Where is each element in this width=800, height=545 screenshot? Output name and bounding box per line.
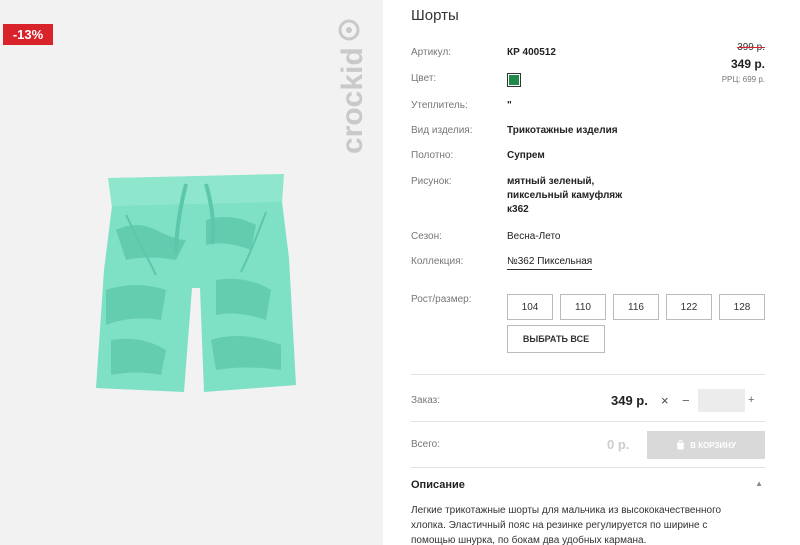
times-icon: × [661, 393, 669, 408]
size-option-128[interactable]: 128 [719, 294, 765, 320]
description-line-3: помощью шнурка, по бокам два удобных кар… [411, 535, 647, 545]
current-price: 349 р. [730, 57, 765, 71]
size-option-116[interactable]: 116 [613, 294, 659, 320]
rrp-price: РРЦ: 699 р. [721, 75, 765, 84]
divider [411, 421, 765, 422]
insulation-label: Утеплитель: [411, 100, 468, 111]
add-to-cart-label: В КОРЗИНУ [690, 440, 736, 450]
size-option-110[interactable]: 110 [560, 294, 606, 320]
size-option-104[interactable]: 104 [507, 294, 553, 320]
divider [411, 467, 765, 468]
type-value: Трикотажные изделия [507, 125, 618, 136]
product-details: Шорты Артикул: КР 400512 399 р. 349 р. Р… [411, 0, 765, 545]
size-options: 104 110 116 122 128 [507, 294, 765, 320]
article-label: Артикул: [411, 47, 452, 58]
decrease-quantity-button[interactable]: − [682, 393, 690, 408]
collection-link[interactable]: №362 Пиксельная [507, 256, 593, 270]
increase-quantity-button[interactable]: + [748, 394, 754, 406]
product-title: Шорты [411, 7, 459, 24]
article-value: КР 400512 [507, 47, 556, 58]
shopping-bag-icon [677, 440, 685, 450]
collection-label: Коллекция: [411, 256, 464, 267]
discount-badge: -13% [3, 24, 53, 45]
pattern-label: Рисунок: [411, 176, 452, 187]
order-label: Заказ: [411, 395, 441, 406]
divider [411, 374, 765, 375]
pattern-line-3: к362 [507, 204, 529, 215]
description-line-1: Легкие трикотажные шорты для мальчика из… [411, 505, 722, 516]
total-label: Всего: [411, 439, 440, 450]
color-swatch-fill [509, 75, 519, 85]
description-line-2: хлопка. Эластичный пояс на резинке регул… [411, 520, 708, 531]
fabric-label: Полотно: [411, 150, 454, 161]
caret-up-icon[interactable]: ▲ [755, 479, 763, 488]
description-text: Легкие трикотажные шорты для мальчика из… [411, 503, 765, 545]
shorts-image [96, 174, 296, 392]
brand-logo-text: crockid [336, 47, 369, 154]
description-title[interactable]: Описание [411, 479, 465, 491]
color-swatch[interactable] [507, 73, 521, 87]
product-image-panel[interactable]: -13% crockid [0, 0, 383, 545]
pattern-line-1: мятный зеленый, [507, 176, 595, 187]
order-price: 349 р. [611, 393, 648, 408]
pattern-line-2: пиксельный камуфляж [507, 190, 623, 201]
fabric-value: Супрем [507, 150, 545, 161]
brand-logo: crockid [336, 19, 369, 154]
select-all-button[interactable]: ВЫБРАТЬ ВСЕ [507, 325, 605, 353]
old-price: 399 р. [737, 42, 765, 53]
size-label: Рост/размер: [411, 294, 472, 305]
season-value: Весна-Лето [507, 231, 561, 242]
size-option-122[interactable]: 122 [666, 294, 712, 320]
collection-link-wrap: №362 Пиксельная [507, 255, 593, 270]
type-label: Вид изделия: [411, 125, 473, 136]
pattern-value: мятный зеленый, пиксельный камуфляж к362 [507, 175, 622, 217]
add-to-cart-button[interactable]: В КОРЗИНУ [647, 431, 765, 459]
quantity-input[interactable] [698, 389, 745, 412]
insulation-value: " [507, 100, 512, 111]
total-value: 0 р. [607, 437, 630, 452]
color-label: Цвет: [411, 73, 437, 84]
season-label: Сезон: [411, 231, 442, 242]
